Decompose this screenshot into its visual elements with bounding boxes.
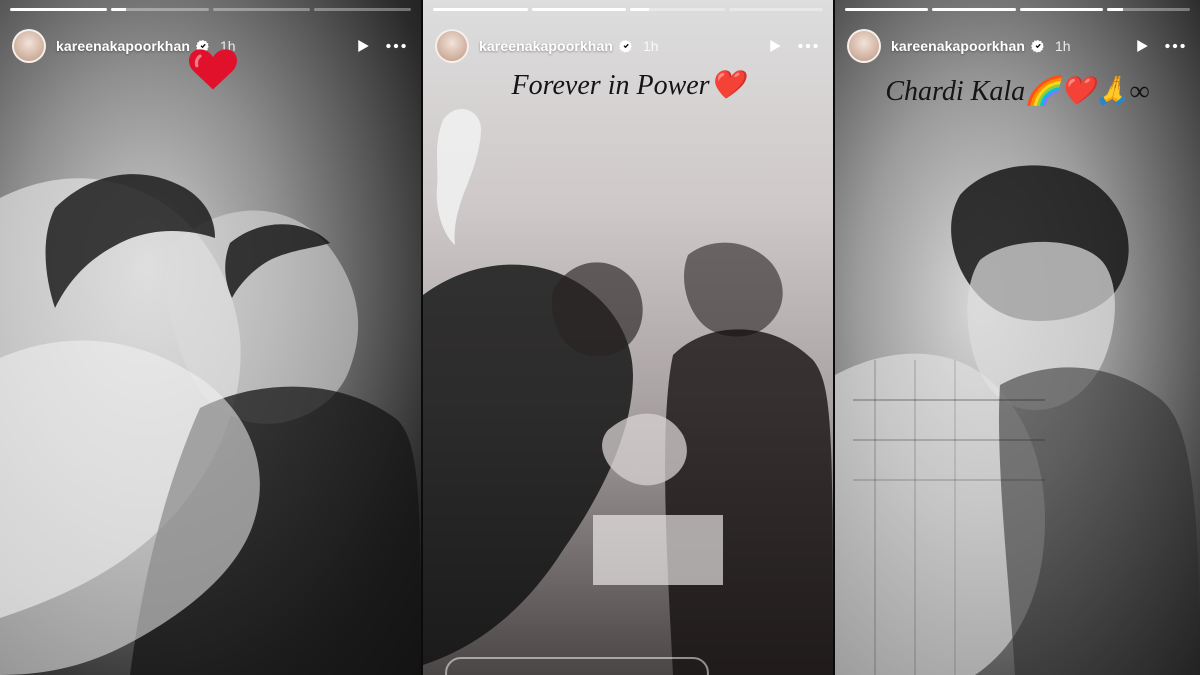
story-photo-2 <box>423 109 833 675</box>
progress-segment <box>313 8 411 11</box>
story-progress-3 <box>845 8 1190 11</box>
more-icon <box>1165 43 1185 49</box>
heart-sticker <box>189 49 237 90</box>
story-caption: Chardi Kala🌈❤️🙏∞ <box>885 76 1150 107</box>
timestamp: 1h <box>1054 38 1071 54</box>
story-photo-1 <box>0 174 421 675</box>
progress-segment <box>630 8 725 11</box>
play-button[interactable] <box>349 33 375 59</box>
progress-segment <box>433 8 528 11</box>
progress-fill <box>932 8 1016 11</box>
story-header-2: kareenakapoorkhan 1h <box>435 26 821 66</box>
story-panel-3[interactable]: kareenakapoorkhan 1h Chardi Kala🌈❤️🙏∞ <box>835 0 1200 675</box>
progress-fill <box>1019 8 1103 11</box>
more-icon <box>798 43 818 49</box>
progress-fill <box>10 8 108 11</box>
story-photo-3 <box>835 165 1200 675</box>
username[interactable]: kareenakapoorkhan <box>479 38 613 54</box>
play-button[interactable] <box>761 33 787 59</box>
play-icon <box>1137 40 1148 52</box>
more-button[interactable] <box>795 33 821 59</box>
reply-pill[interactable] <box>445 657 709 675</box>
verified-badge-icon <box>618 39 632 53</box>
avatar[interactable] <box>12 29 46 63</box>
username[interactable]: kareenakapoorkhan <box>891 38 1025 54</box>
progress-fill <box>1106 8 1124 11</box>
progress-segment <box>932 8 1016 11</box>
progress-segment <box>845 8 929 11</box>
progress-fill <box>433 8 528 11</box>
progress-segment <box>728 8 823 11</box>
more-button[interactable] <box>383 33 409 59</box>
play-icon <box>770 40 781 52</box>
progress-fill <box>531 8 626 11</box>
progress-segment <box>531 8 626 11</box>
story-progress-1 <box>10 8 411 11</box>
username[interactable]: kareenakapoorkhan <box>56 38 190 54</box>
more-icon <box>386 43 406 49</box>
progress-fill <box>630 8 649 11</box>
progress-fill <box>845 8 929 11</box>
timestamp: 1h <box>642 38 659 54</box>
more-button[interactable] <box>1162 33 1188 59</box>
stories-collage: kareenakapoorkhan 1h kareenakapoorkhan 1… <box>0 0 1200 675</box>
progress-segment <box>212 8 310 11</box>
avatar[interactable] <box>435 29 469 63</box>
play-icon <box>358 40 369 52</box>
verified-badge-icon <box>1030 39 1044 53</box>
story-progress-2 <box>433 8 823 11</box>
story-caption: Forever in Power❤️ <box>511 70 745 101</box>
progress-segment <box>1106 8 1190 11</box>
progress-segment <box>10 8 108 11</box>
progress-fill <box>111 8 126 11</box>
progress-segment <box>111 8 209 11</box>
story-header-3: kareenakapoorkhan 1h <box>847 26 1188 66</box>
story-panel-1[interactable]: kareenakapoorkhan 1h <box>0 0 421 675</box>
progress-segment <box>1019 8 1103 11</box>
story-panel-2[interactable]: kareenakapoorkhan 1h Forever in Power❤️ <box>423 0 833 675</box>
play-button[interactable] <box>1128 33 1154 59</box>
avatar[interactable] <box>847 29 881 63</box>
